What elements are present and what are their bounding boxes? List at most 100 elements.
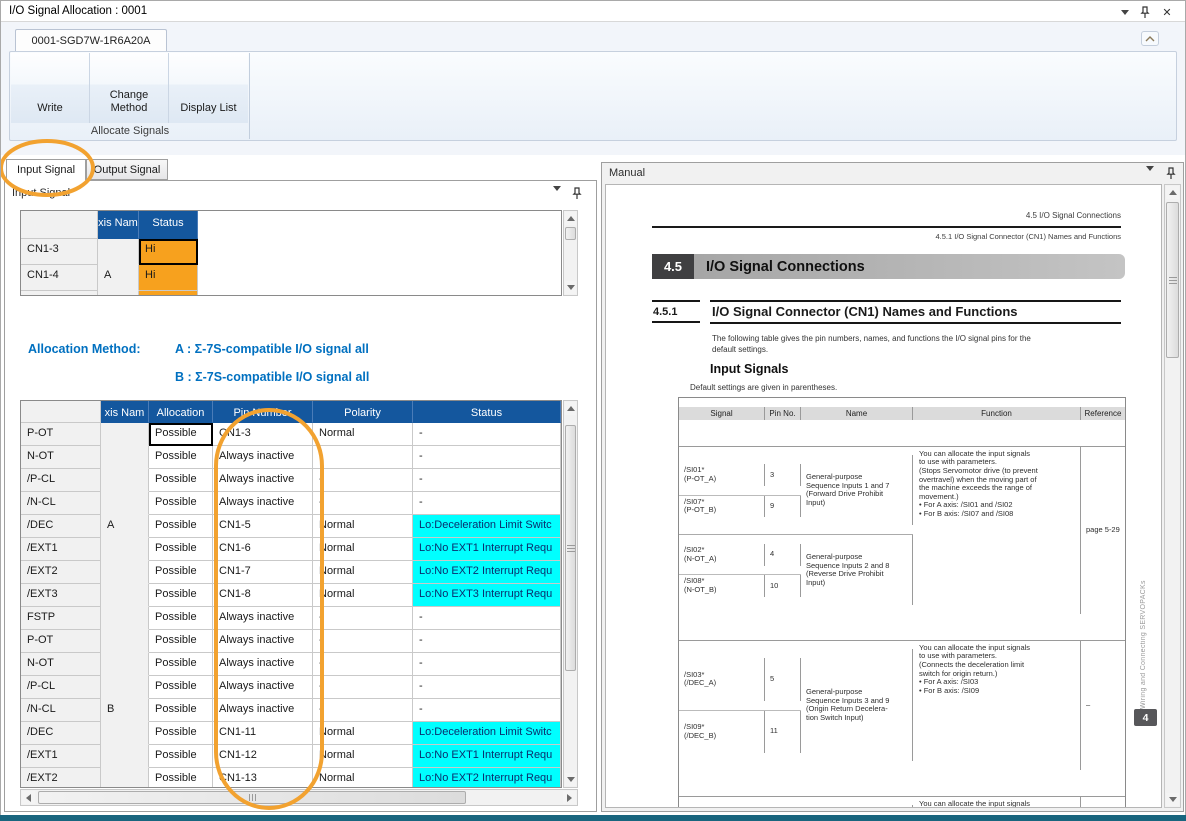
table-cell[interactable]: A xyxy=(101,515,149,538)
scroll-left-button[interactable] xyxy=(22,791,35,804)
table-cell[interactable]: - xyxy=(313,607,413,630)
allocation-table-vscrollbar[interactable] xyxy=(563,400,578,788)
manual-vscrollbar[interactable] xyxy=(1164,184,1181,808)
table-cell[interactable]: CN1-13 xyxy=(213,768,313,788)
table-cell[interactable]: CN1-5 xyxy=(213,515,313,538)
table-cell[interactable]: Always inactive xyxy=(213,446,313,469)
scroll-up-button[interactable] xyxy=(565,402,576,415)
table-cell[interactable]: - xyxy=(413,630,561,653)
table-cell[interactable] xyxy=(101,630,149,653)
table-cell[interactable]: Possible xyxy=(149,722,213,745)
table-cell[interactable]: Always inactive xyxy=(213,653,313,676)
table-cell[interactable]: Hi xyxy=(139,239,198,265)
table-cell[interactable]: Possible xyxy=(149,492,213,515)
scroll-down-button[interactable] xyxy=(565,281,576,294)
table-cell[interactable]: - xyxy=(413,492,561,515)
scroll-down-button[interactable] xyxy=(1166,793,1179,806)
table-cell[interactable]: Possible xyxy=(149,515,213,538)
table-cell[interactable]: /EXT1 xyxy=(21,538,101,561)
table-cell[interactable]: Possible xyxy=(149,584,213,607)
table-cell[interactable] xyxy=(101,745,149,768)
table-cell[interactable]: Normal xyxy=(313,584,413,607)
write-button[interactable]: Write xyxy=(11,53,90,123)
scroll-up-button[interactable] xyxy=(1166,186,1179,199)
table-cell[interactable]: - xyxy=(413,607,561,630)
table-cell[interactable]: CN1-12 xyxy=(213,745,313,768)
table-cell[interactable]: Lo:Deceleration Limit Switc xyxy=(413,515,561,538)
table-cell[interactable]: Lo:Deceleration Limit Switc xyxy=(413,722,561,745)
table-cell[interactable]: N-OT xyxy=(21,446,101,469)
table-cell[interactable]: B xyxy=(101,699,149,722)
table-cell[interactable]: - xyxy=(413,469,561,492)
scrollbar-thumb[interactable] xyxy=(38,791,466,804)
table-cell[interactable]: - xyxy=(413,699,561,722)
table-cell[interactable] xyxy=(139,291,198,296)
table-cell[interactable] xyxy=(98,239,139,265)
table-cell[interactable] xyxy=(101,446,149,469)
table-cell[interactable]: Possible xyxy=(149,699,213,722)
table-cell[interactable]: - xyxy=(313,469,413,492)
table-cell[interactable]: Lo:No EXT1 Interrupt Requ xyxy=(413,745,561,768)
table-cell[interactable] xyxy=(101,538,149,561)
table-cell[interactable]: /P-CL xyxy=(21,469,101,492)
window-close-icon[interactable]: ✕ xyxy=(1159,4,1175,20)
scrollbar-thumb[interactable] xyxy=(565,425,576,671)
table-cell[interactable]: P-OT xyxy=(21,630,101,653)
scrollbar-thumb[interactable] xyxy=(565,227,576,240)
table-cell[interactable]: CN1-8 xyxy=(213,584,313,607)
table-cell[interactable]: Possible xyxy=(149,469,213,492)
table-cell[interactable]: Always inactive xyxy=(213,492,313,515)
table-cell[interactable]: Normal xyxy=(313,515,413,538)
table-cell[interactable] xyxy=(101,676,149,699)
table-cell[interactable]: - xyxy=(313,676,413,699)
table-cell[interactable]: P-OT xyxy=(21,423,101,446)
table-cell[interactable] xyxy=(21,291,98,296)
table-cell[interactable]: CN1-4 xyxy=(21,265,98,291)
table-cell[interactable]: Possible xyxy=(149,561,213,584)
table-cell[interactable]: Possible xyxy=(149,607,213,630)
panel-pin-icon[interactable] xyxy=(572,187,582,205)
table-cell[interactable]: Hi xyxy=(139,265,198,291)
table-cell[interactable]: N-OT xyxy=(21,653,101,676)
table-cell[interactable]: Always inactive xyxy=(213,607,313,630)
table-cell[interactable]: Normal xyxy=(313,745,413,768)
table-cell[interactable]: CN1-3 xyxy=(21,239,98,265)
table-cell[interactable]: - xyxy=(413,653,561,676)
table-cell[interactable] xyxy=(101,492,149,515)
table-cell[interactable]: - xyxy=(313,446,413,469)
table-cell[interactable]: /EXT1 xyxy=(21,745,101,768)
scroll-up-button[interactable] xyxy=(565,212,576,225)
table-cell[interactable]: Possible xyxy=(149,768,213,788)
table-cell[interactable]: Possible xyxy=(149,676,213,699)
table-cell[interactable]: /EXT3 xyxy=(21,584,101,607)
allocation-table-hscrollbar[interactable] xyxy=(20,789,578,806)
table-cell[interactable] xyxy=(98,291,139,296)
table-cell[interactable]: A xyxy=(98,265,139,291)
table-cell[interactable]: - xyxy=(413,676,561,699)
table-cell[interactable]: Always inactive xyxy=(213,630,313,653)
table-cell[interactable]: - xyxy=(413,446,561,469)
scroll-right-button[interactable] xyxy=(563,791,576,804)
change-method-button[interactable]: Change Method xyxy=(90,53,169,123)
panel-dropdown-icon[interactable] xyxy=(553,191,561,209)
table-cell[interactable]: Always inactive xyxy=(213,469,313,492)
pin-status-table-scrollbar[interactable] xyxy=(563,210,578,296)
table-cell[interactable]: CN1-6 xyxy=(213,538,313,561)
table-cell[interactable]: Possible xyxy=(149,653,213,676)
table-cell[interactable]: Possible xyxy=(149,446,213,469)
table-cell[interactable]: Normal xyxy=(313,538,413,561)
tab-input-signal[interactable]: Input Signal xyxy=(6,159,86,181)
table-cell[interactable] xyxy=(198,291,559,296)
table-cell[interactable]: Always inactive xyxy=(213,676,313,699)
table-cell[interactable]: Possible xyxy=(149,423,213,446)
table-cell[interactable]: Lo:No EXT2 Interrupt Requ xyxy=(413,561,561,584)
table-cell[interactable]: CN1-11 xyxy=(213,722,313,745)
table-cell[interactable]: FSTP xyxy=(21,607,101,630)
table-cell[interactable] xyxy=(101,722,149,745)
manual-pin-icon[interactable] xyxy=(1166,167,1176,185)
table-cell[interactable]: /N-CL xyxy=(21,699,101,722)
table-cell[interactable]: - xyxy=(313,492,413,515)
table-cell[interactable] xyxy=(101,607,149,630)
window-pin-icon[interactable] xyxy=(1137,4,1153,20)
table-cell[interactable]: CN1-7 xyxy=(213,561,313,584)
